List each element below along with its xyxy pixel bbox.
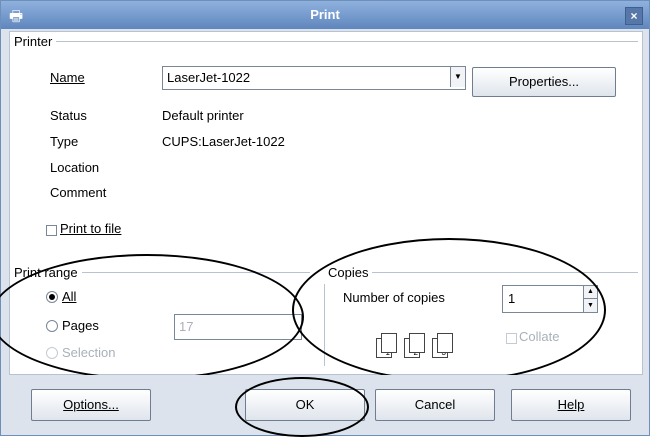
all-radio[interactable] xyxy=(46,291,58,303)
location-label: Location xyxy=(50,160,100,175)
selection-radio-label[interactable]: Selection xyxy=(62,345,115,360)
close-icon[interactable]: × xyxy=(625,7,643,25)
dialog-body: Printer Name LaserJet-1022 ▼ Properties.… xyxy=(0,31,643,382)
spin-up-icon[interactable]: ▲ xyxy=(583,286,597,299)
copies-label: Copies xyxy=(328,265,373,280)
name-label: Name xyxy=(50,70,85,85)
selection-radio[interactable] xyxy=(46,347,58,359)
pages-radio-label[interactable]: Pages xyxy=(62,318,99,333)
properties-button[interactable]: Properties... xyxy=(472,67,616,97)
cancel-button[interactable]: Cancel xyxy=(375,389,495,421)
collate-label[interactable]: Collate xyxy=(519,329,559,344)
dropdown-arrow-icon[interactable]: ▼ xyxy=(450,67,465,87)
copies-value: 1 xyxy=(508,291,516,306)
copies-rule xyxy=(328,272,638,273)
copies-divider xyxy=(324,284,325,366)
printer-name-select[interactable]: LaserJet-1022 ▼ xyxy=(162,66,466,90)
options-button[interactable]: Options... xyxy=(31,389,151,421)
type-value: CUPS:LaserJet-1022 xyxy=(162,134,285,149)
type-label: Type xyxy=(50,134,79,149)
pages-input-value: 17 xyxy=(179,319,194,334)
printer-section-rule xyxy=(14,41,638,42)
printer-name-value: LaserJet-1022 xyxy=(167,70,251,85)
number-of-copies-label: Number of copies xyxy=(343,290,445,305)
help-button[interactable]: Help xyxy=(511,389,631,421)
ok-button[interactable]: OK xyxy=(245,389,365,421)
title-bar[interactable]: 🖶 Print × xyxy=(1,1,649,29)
status-label: Status xyxy=(50,108,87,123)
collate-page-3-back xyxy=(437,333,453,353)
window-title: Print xyxy=(310,7,340,22)
collate-page-1-back xyxy=(381,333,397,353)
collate-checkbox[interactable] xyxy=(506,333,517,344)
collate-page-2-back xyxy=(409,333,425,353)
print-to-file-checkbox[interactable] xyxy=(46,225,57,236)
status-value: Default printer xyxy=(162,108,244,123)
copies-spinbox[interactable]: 1 ▲ ▼ xyxy=(502,285,598,313)
comment-label: Comment xyxy=(50,185,107,200)
print-range-label: Print range xyxy=(14,265,82,280)
print-dialog: 🖶 Print × Printer Name LaserJet-1022 ▼ P… xyxy=(0,0,650,437)
all-radio-label[interactable]: All xyxy=(62,289,76,304)
pages-radio[interactable] xyxy=(46,320,58,332)
print-to-file-label[interactable]: Print to file xyxy=(60,221,121,236)
button-bar: Options... OK Cancel Help xyxy=(1,375,649,437)
printer-section-label: Printer xyxy=(14,34,57,49)
spin-down-icon[interactable]: ▼ xyxy=(583,299,597,312)
pages-input[interactable]: 17 xyxy=(174,314,302,340)
